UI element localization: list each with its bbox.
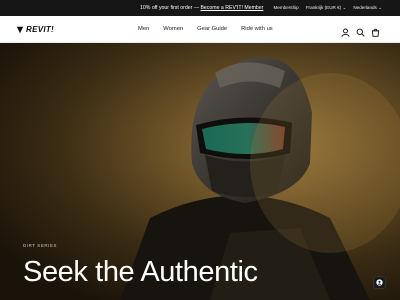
hero-eyebrow: DIRT SERIES	[23, 243, 58, 248]
nav-item-ride-with-us[interactable]: Ride with us	[241, 26, 273, 32]
logo-text: REVIT!	[26, 25, 55, 34]
nav-item-women[interactable]: Women	[163, 26, 183, 32]
logo-mark-icon	[16, 26, 24, 33]
language-selector[interactable]: Nederlands ⌄	[353, 5, 382, 11]
chevron-down-icon: ⌄	[378, 5, 382, 10]
main-nav: Men Women Gear Guide Ride with us	[138, 26, 273, 32]
become-member-link[interactable]: Become a REV'IT! Member	[200, 5, 263, 11]
search-icon[interactable]	[356, 24, 365, 37]
promo-message: 10% off your first order — Become a REV'…	[140, 5, 263, 11]
announcement-bar: 10% off your first order — Become a REV'…	[0, 0, 400, 16]
hero-headline: Seek the Authentic	[23, 256, 258, 288]
membership-link[interactable]: Membership	[273, 5, 298, 11]
account-icon[interactable]	[341, 24, 350, 37]
chat-button[interactable]	[373, 276, 386, 289]
chat-icon	[376, 279, 383, 286]
cart-icon[interactable]	[371, 24, 380, 37]
currency-selector[interactable]: Frankrijk (EUR €) ⌄	[306, 5, 347, 11]
chevron-down-icon: ⌄	[342, 5, 347, 10]
utility-menu: Membership Frankrijk (EUR €) ⌄ Nederland…	[273, 5, 382, 11]
promo-text: 10% off your first order —	[140, 5, 201, 11]
hero-banner[interactable]: DIRT SERIES Seek the Authentic	[0, 43, 400, 300]
language-label: Nederlands	[353, 5, 377, 10]
site-header: REVIT! Men Women Gear Guide Ride with us	[0, 16, 400, 43]
nav-item-gear-guide[interactable]: Gear Guide	[197, 26, 227, 32]
header-icons	[341, 24, 380, 37]
logo[interactable]: REVIT!	[16, 25, 54, 34]
currency-label: Frankrijk (EUR €)	[305, 5, 342, 10]
nav-item-men[interactable]: Men	[138, 26, 149, 32]
